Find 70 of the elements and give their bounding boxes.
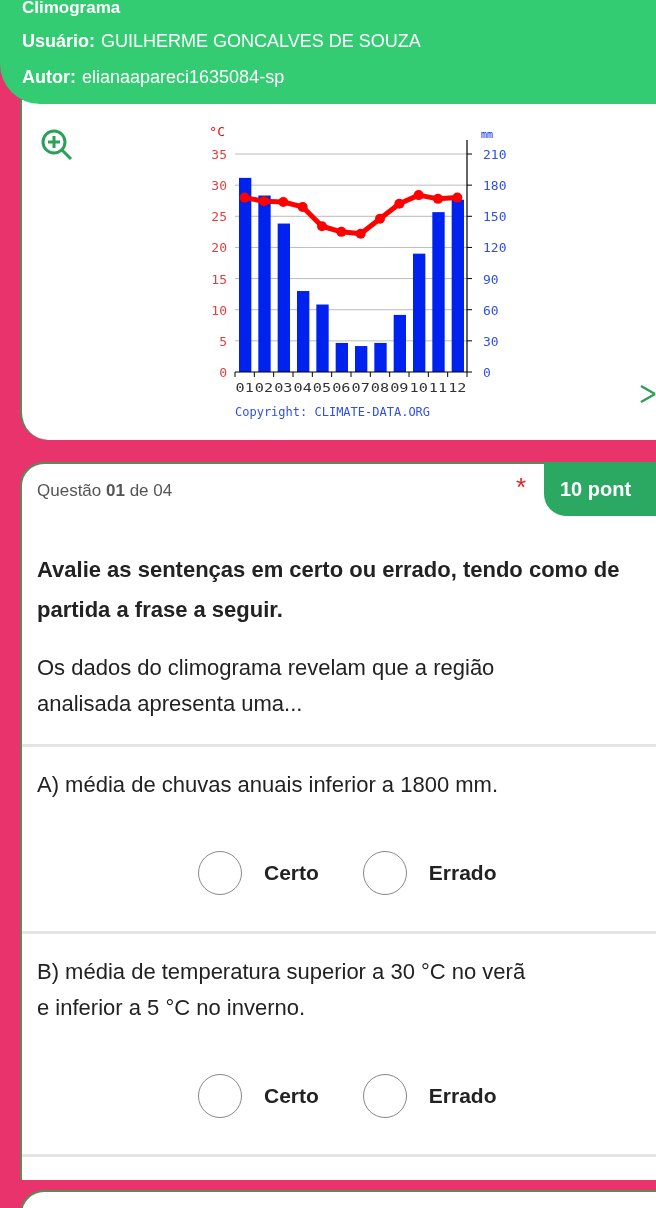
author-label: Autor: (22, 66, 76, 88)
data-point (297, 201, 308, 212)
points-badge: 10 pont (544, 462, 656, 516)
axis-tick-label: 0 (219, 365, 227, 380)
axis-tick-label: 210 (483, 147, 507, 162)
axis-tick-label: 60 (483, 302, 499, 318)
radio-option[interactable]: Certo (198, 1074, 319, 1118)
month-label: 10 (409, 381, 424, 395)
question-counter: Questão 01 de 04 (37, 480, 173, 502)
radio-option[interactable]: Errado (362, 851, 497, 895)
author-name: elianaapareci1635084-sp (82, 66, 285, 88)
data-point (317, 221, 327, 232)
data-point (375, 213, 385, 224)
axis-tick-label: 35 (211, 147, 227, 162)
item-statement: B) média de temperatura superior a 30 °C no verã e inferior a 5 °C no inverno. (37, 958, 527, 1022)
bar (335, 342, 348, 372)
user-label: Usuário: (22, 30, 95, 52)
data-point (336, 226, 347, 237)
zoom-in-icon[interactable] (40, 128, 74, 162)
data-point (278, 196, 289, 207)
radio-option[interactable]: Certo (198, 851, 319, 895)
month-label: 08 (370, 381, 386, 395)
option-label: Errado (428, 1083, 497, 1110)
data-point (433, 193, 443, 204)
axis-tick-label: 30 (483, 333, 499, 349)
bar (393, 314, 406, 372)
axis-tick-label: 5 (219, 333, 227, 349)
axis-tick-label: 180 (483, 178, 507, 194)
axis-unit: mm (481, 129, 494, 140)
chart-credit: Copyright: CLIMATE-DATA.ORG (235, 405, 431, 419)
axis-tick-label: 15 (211, 271, 227, 287)
axis-tick-label: 150 (483, 209, 507, 225)
close-icon[interactable] (639, 384, 656, 404)
axis-tick-label: 0 (483, 365, 491, 380)
month-label: 12 (448, 381, 463, 395)
month-label: 06 (332, 381, 347, 395)
question-statement: Os dados do climograma revelam que a região analisada apresenta uma... (37, 654, 496, 718)
user-name: GUILHERME GONCALVES DE SOUZA (101, 30, 421, 52)
axis-tick-label: 90 (483, 271, 499, 287)
month-label: 05 (312, 381, 328, 395)
axis-tick-label: 25 (211, 209, 227, 225)
data-point (355, 228, 366, 239)
data-point (452, 192, 463, 203)
option-label: Certo (264, 1083, 319, 1110)
data-point (259, 196, 269, 207)
radio-option[interactable]: Errado (362, 1074, 497, 1118)
option-label: Errado (428, 860, 497, 887)
month-label: 02 (254, 381, 270, 395)
month-label: 07 (351, 381, 366, 395)
month-label: 04 (293, 381, 308, 395)
axis-tick-label: 10 (211, 302, 227, 318)
data-point (394, 198, 405, 209)
data-point (413, 190, 424, 201)
required-mark: * (515, 474, 526, 500)
axis-tick-label: 120 (483, 240, 507, 256)
month-label: 11 (428, 381, 444, 395)
month-label: 09 (390, 381, 405, 395)
option-label: Certo (264, 860, 319, 887)
bar (316, 304, 329, 372)
axis-unit: °C (209, 124, 225, 139)
bar (374, 342, 387, 372)
axis-tick-label: 20 (211, 240, 227, 256)
axis-tick-label: 30 (211, 178, 227, 194)
data-point (239, 192, 250, 203)
item-statement: A) média de chuvas anuais inferior a 1800 mm. (37, 771, 499, 799)
bar (355, 346, 368, 372)
question-prompt: Avalie as sentenças em certo ou errado, tendo como de partida a frase a seguir. (37, 556, 621, 624)
month-label: 03 (274, 381, 289, 395)
month-label: 01 (235, 381, 250, 395)
page-title: Climograma (22, 0, 121, 18)
